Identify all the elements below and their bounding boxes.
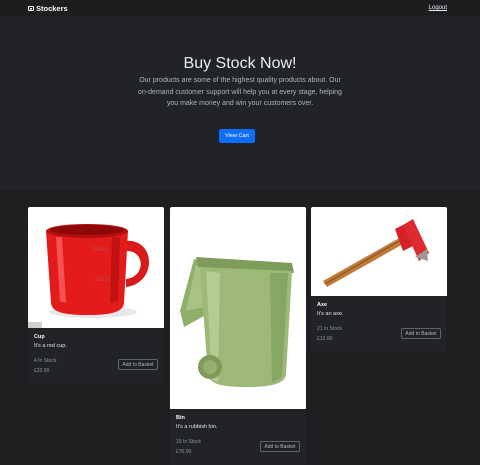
product-image-axe	[311, 207, 447, 296]
product-image-bin	[170, 207, 306, 409]
axe-image	[323, 219, 429, 287]
watermark: iStock	[92, 247, 109, 253]
add-to-basket-button[interactable]: Add to Basket	[118, 359, 158, 370]
brand-name: Stockers	[36, 3, 68, 13]
bin-image	[180, 257, 294, 387]
view-cart-button[interactable]: View Cart	[219, 129, 255, 143]
box-icon	[28, 5, 34, 11]
product-description: It's a red cup.	[34, 343, 67, 349]
product-card-axe: Axe It's an axe. 21 In Stock £12.00 Add …	[311, 207, 447, 352]
product-image-cup: iStock iStock	[28, 207, 164, 328]
cup-image	[28, 224, 150, 328]
product-name: Bin	[176, 415, 185, 421]
add-to-basket-button[interactable]: Add to Basket	[260, 441, 300, 452]
logout-link[interactable]: Logout	[429, 5, 447, 11]
watermark: iStock	[94, 277, 111, 283]
product-description: It's a rubbish bin.	[176, 424, 218, 430]
hero-title: Buy Stock Now!	[183, 55, 297, 72]
product-card-body: Axe It's an axe. 21 In Stock £12.00 Add …	[311, 296, 447, 352]
hero-description: Our products are some of the highest qua…	[138, 77, 342, 107]
product-card-cup: iStock iStock Cup It's a red cup. 4 In S…	[28, 207, 164, 384]
navbar: Stockers Logout	[0, 0, 480, 16]
product-description: It's an axe.	[317, 311, 344, 317]
product-name: Axe	[317, 302, 328, 308]
product-card-bin: Bin It's a rubbish bin. 15 In Stock £70.…	[170, 207, 306, 465]
product-card-body: Cup It's a red cup. 4 In Stock £22.00 Ad…	[28, 328, 164, 384]
product-name: Cup	[34, 334, 45, 340]
add-to-basket-button[interactable]: Add to Basket	[401, 328, 441, 339]
brand-link[interactable]: Stockers	[28, 4, 68, 13]
product-card-body: Bin It's a rubbish bin. 15 In Stock £70.…	[170, 409, 306, 465]
hero-section: Buy Stock Now! Our products are some of …	[0, 16, 480, 190]
